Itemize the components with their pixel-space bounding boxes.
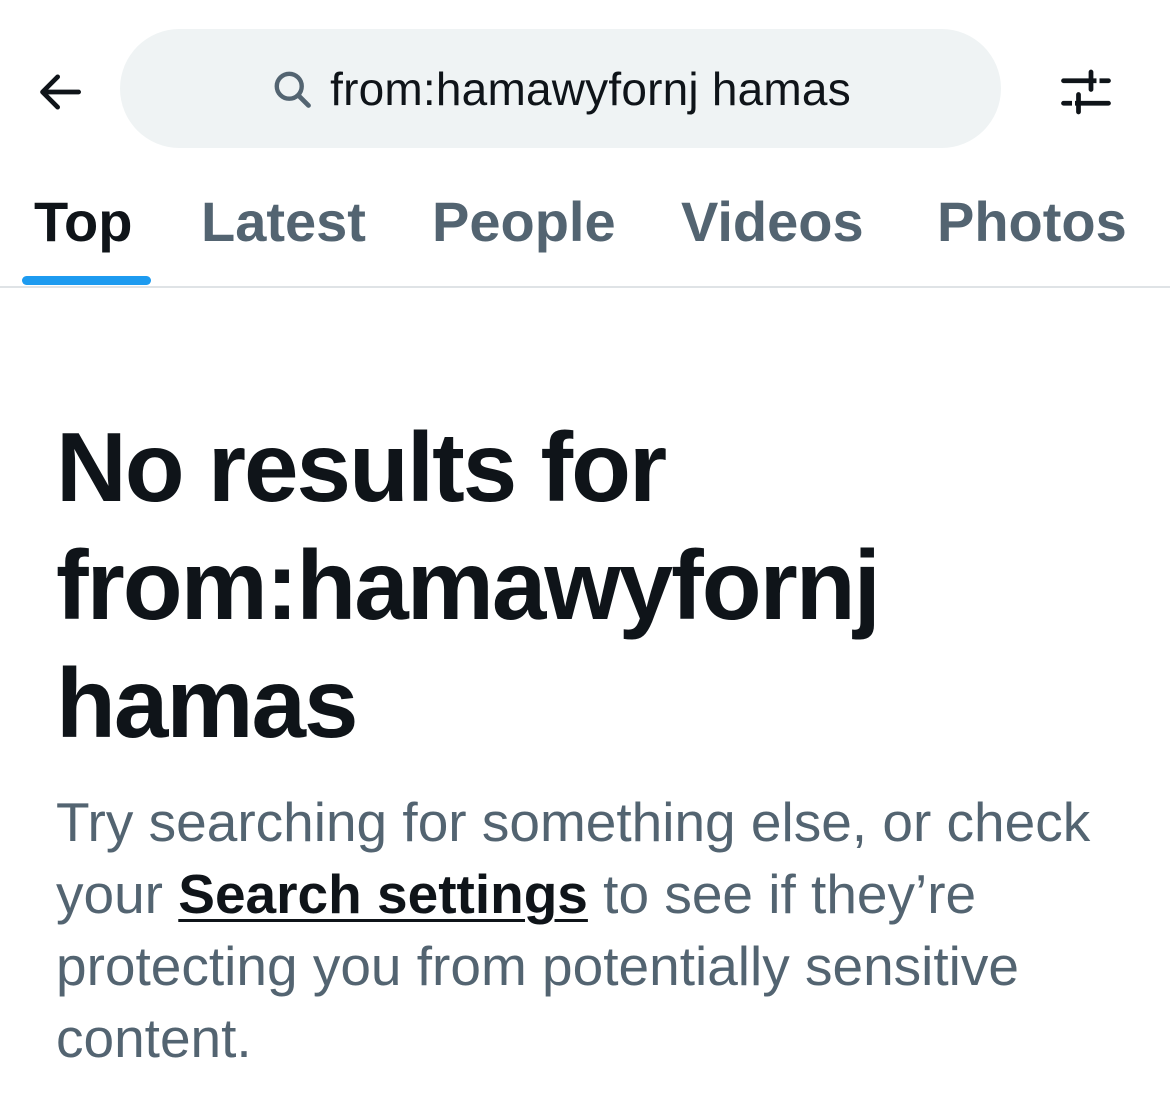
tab-latest[interactable]: Latest: [201, 180, 366, 286]
search-header: from:hamawyfornj hamas: [0, 0, 1170, 180]
back-button[interactable]: [24, 56, 96, 128]
arrow-left-icon: [40, 74, 81, 110]
search-input-content: from:hamawyfornj hamas: [270, 62, 851, 116]
no-results-query-line: hamas: [56, 648, 359, 758]
no-results-query-line: from:hamawyfornj: [56, 530, 881, 640]
no-results-description: Try searching for something else, or che…: [56, 786, 1136, 1074]
search-filter-button[interactable]: [1050, 56, 1122, 128]
tab-videos[interactable]: Videos: [681, 180, 864, 286]
tab-photos[interactable]: Photos: [937, 180, 1127, 286]
tab-latest-label: Latest: [201, 190, 366, 253]
tab-videos-label: Videos: [681, 190, 864, 253]
sliders-icon: [1061, 69, 1111, 115]
active-tab-indicator: [22, 276, 151, 285]
tab-photos-label: Photos: [937, 190, 1127, 253]
tab-people[interactable]: People: [432, 180, 616, 286]
search-tabs: Top Latest People Videos Photos: [0, 180, 1170, 288]
no-results-title-line: No results for: [56, 412, 667, 522]
tab-top-label: Top: [34, 190, 133, 253]
search-input[interactable]: from:hamawyfornj hamas: [120, 29, 1001, 148]
no-results-title: No results for from:hamawyfornj hamas: [56, 408, 1116, 762]
search-query-text: from:hamawyfornj hamas: [330, 62, 851, 115]
search-icon: [270, 66, 316, 112]
search-settings-link[interactable]: Search settings: [178, 863, 588, 925]
tab-people-label: People: [432, 190, 616, 253]
tab-top[interactable]: Top: [34, 180, 132, 286]
